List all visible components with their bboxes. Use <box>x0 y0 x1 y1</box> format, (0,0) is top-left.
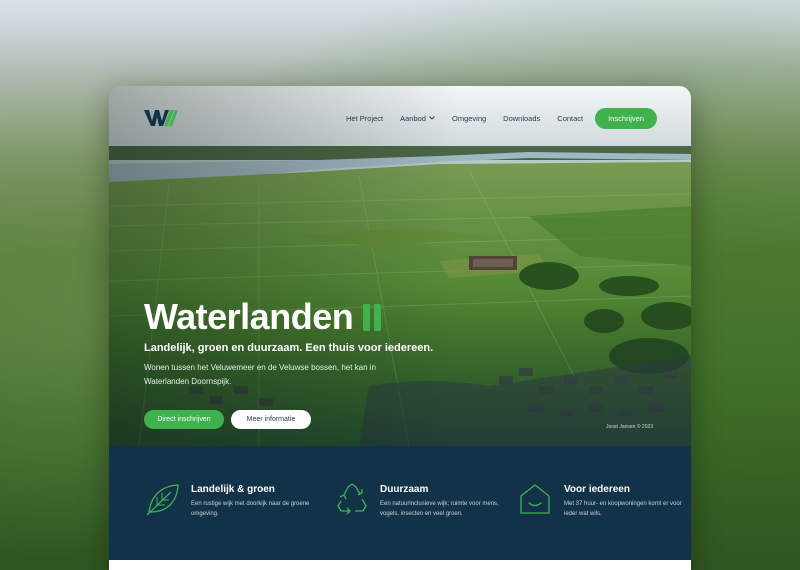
hero-subtitle: Landelijk, groen en duurzaam. Een thuis … <box>144 342 434 354</box>
feature-duurzaam: Duurzaam Een natuurinclusieve wijk; ruim… <box>334 482 504 542</box>
nav-links: Het Project Aanbod Omgeving Downloads Co… <box>329 107 657 129</box>
hero-description: Wonen tussen het Veluwemeer en de Veluws… <box>144 363 377 386</box>
nav-aanbod[interactable]: Aanbod <box>400 114 435 123</box>
hero-title: Waterlanden <box>144 296 382 338</box>
feature-description: Een rustige wijk met doorkijk naar de gr… <box>191 501 310 517</box>
top-navigation: Het Project Aanbod Omgeving Downloads Co… <box>109 86 691 150</box>
nav-contact[interactable]: Contact <box>557 114 583 123</box>
hero-section: Het Project Aanbod Omgeving Downloads Co… <box>109 86 691 446</box>
chevron-down-icon <box>429 116 435 120</box>
leaf-icon <box>146 484 179 516</box>
inschrijven-button[interactable]: Inschrijven <box>595 107 657 129</box>
nav-omgeving-label: Omgeving <box>451 113 487 123</box>
feature-landelijk: Landelijk & groen Een rustige wijk met d… <box>145 482 315 542</box>
feature-title: Voor iedereen <box>564 484 630 495</box>
logo-icon <box>144 110 178 126</box>
feature-title: Landelijk & groen <box>191 484 275 495</box>
house-icon <box>520 484 550 514</box>
direct-inschrijven-button[interactable]: Direct inschrijven <box>144 410 224 429</box>
feature-voor-iedereen: Voor iedereen Met 37 huur- en koopwoning… <box>518 482 688 542</box>
title-accent-bars <box>363 303 382 331</box>
nav-downloads[interactable]: Downloads <box>503 114 540 123</box>
feature-description: Een natuurinclusieve wijk; ruimte voor m… <box>380 501 499 517</box>
meer-informatie-button[interactable]: Meer informatie <box>231 410 311 429</box>
photo-credit: Joost Jansen © 2023 <box>606 424 654 430</box>
feature-title: Duurzaam <box>380 484 429 495</box>
browser-frame: Het Project Aanbod Omgeving Downloads Co… <box>109 86 691 570</box>
feature-description: Met 37 huur- en koopwoningen komt er voo… <box>564 501 682 517</box>
recycle-icon <box>337 483 367 515</box>
nav-contact-label: Contact <box>557 113 584 123</box>
nav-aanbod-label: Aanbod <box>400 113 426 123</box>
next-section-edge <box>109 560 691 570</box>
hero-title-text: Waterlanden <box>144 296 354 337</box>
nav-het-project[interactable]: Het Project <box>346 114 383 123</box>
nav-downloads-label: Downloads <box>503 113 541 123</box>
waterlanden-logo[interactable] <box>144 108 178 128</box>
nav-omgeving[interactable]: Omgeving <box>452 114 486 123</box>
nav-het-project-label: Het Project <box>346 113 384 123</box>
features-section: Landelijk & groen Een rustige wijk met d… <box>109 474 691 554</box>
